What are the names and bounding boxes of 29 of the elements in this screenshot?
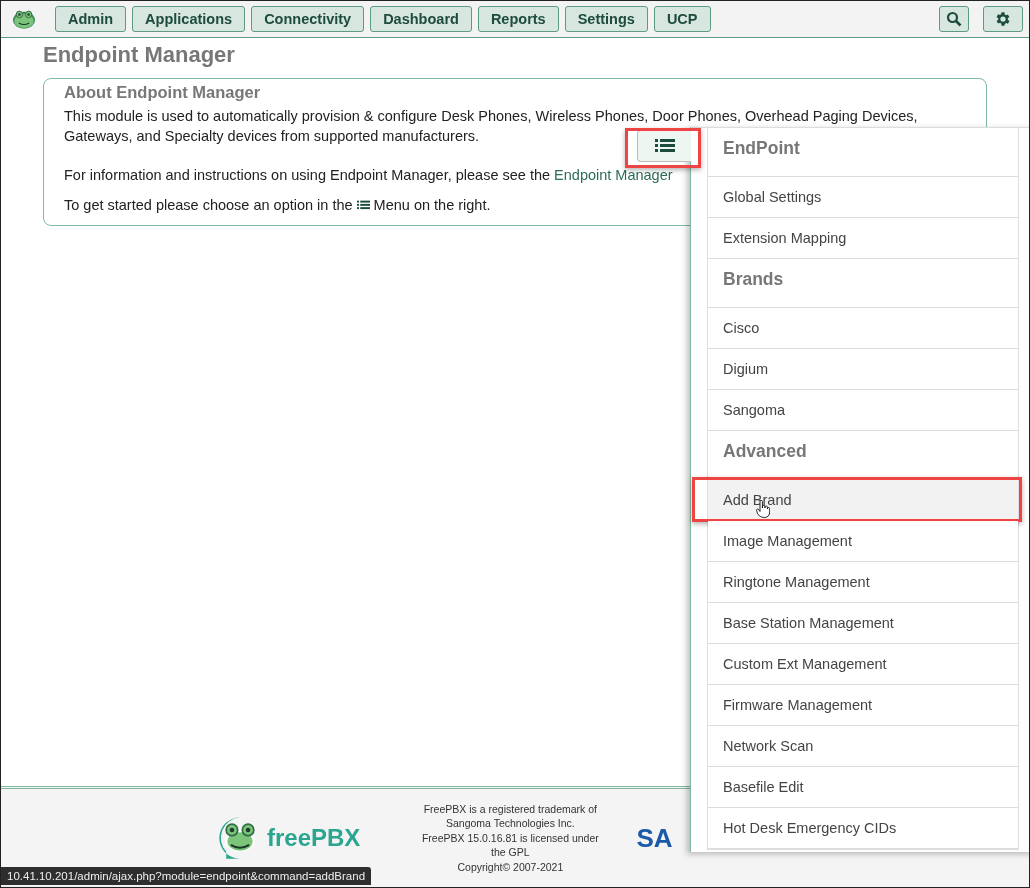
footer-text: Copyright© 2007-2021	[456, 860, 565, 874]
instruction-text: To get started please choose an option in the	[64, 196, 353, 215]
search-button[interactable]	[939, 6, 969, 32]
nav-button[interactable]: Applications	[132, 6, 246, 32]
instruction-text: Menu on the right.	[373, 196, 491, 215]
nav-button[interactable]: Dashboard	[370, 6, 472, 32]
description-text: This module is used to automatically provision & configure Desk Phones, Wireless Phones, Door Phones, Overhead Paging Devices,	[64, 107, 918, 126]
status-url: 10.41.10.201/admin/ajax.php?module=endpoint&command=addBrand	[1, 867, 372, 885]
nav-button[interactable]: Reports	[477, 6, 559, 32]
nav-button[interactable]: UCP	[653, 6, 711, 32]
list-icon	[654, 138, 675, 154]
nav-button[interactable]: Settings	[564, 6, 648, 32]
menu-item[interactable]: Image Management	[708, 521, 1018, 562]
settings-button[interactable]	[983, 6, 1023, 32]
settings-icon	[994, 10, 1012, 28]
menu-toggle-button[interactable]	[637, 130, 691, 162]
endpoint-manager-link[interactable]: Endpoint Manager	[554, 167, 673, 183]
logo-text: freePBX	[267, 824, 361, 852]
list-icon	[356, 199, 370, 211]
footer-text: FreePBX 15.0.16.81 is licensed under the GPL	[420, 831, 600, 859]
card-title: About Endpoint Manager	[64, 83, 262, 102]
nav-button[interactable]: Admin	[55, 6, 127, 32]
page-title: Endpoint Manager	[43, 42, 236, 68]
search-icon	[946, 11, 962, 27]
nav-button[interactable]: Connectivity	[251, 6, 365, 32]
footer-text: FreePBX is a registered trademark of Sangoma Technologies Inc.	[422, 802, 599, 830]
partner-logo-text: SA	[636, 822, 673, 854]
menu-item[interactable]: Add Brand	[708, 480, 1018, 521]
description-text: Gateways, and Specialty devices from supported manufacturers.	[64, 127, 480, 146]
